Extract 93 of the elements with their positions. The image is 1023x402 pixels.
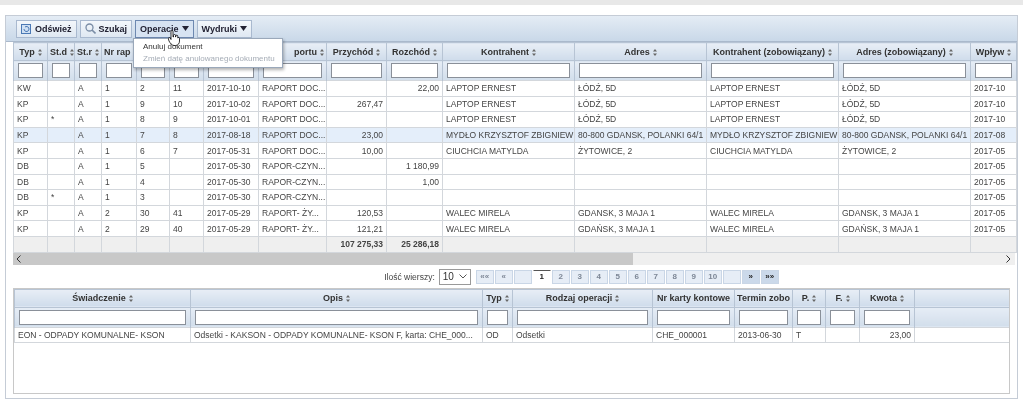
column-header[interactable]: Kontrahent (zobowiązany): [706, 42, 839, 61]
table-cell: T: [792, 327, 826, 343]
table-cell: OD: [482, 327, 513, 343]
caret-icon: [239, 26, 247, 31]
table-cell: LAPTOP ERNEST: [706, 80, 839, 97]
search-button[interactable]: Szukaj: [79, 19, 133, 38]
column-header[interactable]: Kwota: [859, 289, 915, 308]
filter-field[interactable]: [864, 309, 910, 325]
scroll-left-icon[interactable]: [16, 254, 21, 263]
filter-field[interactable]: [447, 63, 570, 78]
sort-icon: [1007, 48, 1012, 56]
menu-button[interactable]: Wydruki: [196, 19, 252, 38]
table-cell: A: [74, 80, 102, 97]
sort-icon: [812, 295, 817, 303]
filter-field[interactable]: [79, 63, 97, 78]
column-header[interactable]: Przychód: [326, 42, 387, 61]
table-cell: LAPTOP ERNEST: [442, 80, 575, 97]
table-cell: ŁÓDŹ, 5D: [838, 80, 971, 97]
sort-icon: [433, 48, 437, 56]
sort-icon: [948, 48, 953, 56]
filter-field[interactable]: [195, 309, 478, 325]
sort-icon: [37, 48, 42, 56]
search-icon: [84, 23, 96, 34]
sort-icon: [128, 295, 133, 303]
filter-field[interactable]: [487, 309, 508, 325]
filter-field[interactable]: [711, 63, 834, 78]
column-header[interactable]: P.: [792, 289, 826, 308]
filter-field[interactable]: [843, 63, 966, 78]
column-header[interactable]: Kontrahent: [442, 42, 575, 61]
filter-field[interactable]: [975, 63, 1012, 78]
filter-field[interactable]: [797, 309, 821, 325]
column-header[interactable]: Typ: [13, 42, 48, 61]
column-header[interactable]: St.d: [47, 42, 75, 61]
table-cell: [825, 327, 860, 343]
refresh-icon: [21, 23, 32, 34]
caret-icon: [181, 26, 189, 31]
table-cell: 22,00: [386, 80, 443, 97]
table-cell: 23,00: [859, 327, 915, 343]
filter-field[interactable]: [739, 309, 788, 325]
table-cell: EON - ODPADY KOMUNALNE- KSON: [14, 327, 191, 343]
column-header[interactable]: Opis: [190, 289, 483, 308]
sort-icon: [532, 48, 536, 56]
column-header[interactable]: Typ: [482, 289, 513, 308]
table-cell: 2017-10-10: [203, 80, 259, 97]
sort-icon: [95, 48, 99, 56]
page-button[interactable]: »»: [760, 269, 779, 284]
table-cell: CHE_000001: [652, 327, 735, 343]
sort-icon: [615, 295, 620, 303]
sort-icon: [320, 48, 324, 56]
table-cell: 2013-06-30: [734, 327, 793, 343]
table-cell: RAPORT DOC...: [258, 80, 327, 97]
filter-field[interactable]: [19, 309, 186, 325]
filter-field[interactable]: [18, 63, 43, 78]
sort-icon: [900, 295, 904, 303]
filter-field[interactable]: [106, 63, 132, 78]
column-header[interactable]: St.r: [74, 42, 102, 61]
column-header[interactable]: Adres: [574, 42, 707, 61]
filter-field[interactable]: [517, 309, 648, 325]
filter-field[interactable]: [52, 63, 70, 78]
sort-icon: [845, 295, 850, 303]
chevron-icon: [458, 274, 467, 280]
column-header[interactable]: Rodzaj operacji: [512, 289, 653, 308]
table-cell: 2017-10: [970, 80, 1017, 97]
table-cell: Odsetki: [512, 327, 653, 343]
table-cell: ŁÓDŹ, 5D: [574, 80, 707, 97]
filter-field[interactable]: [391, 63, 438, 78]
column-header[interactable]: Wpływ: [970, 42, 1017, 61]
table-cell: Odsetki - KAKSON - ODPADY KOMUNALNE- KSON F, karta: CHE_000...: [190, 327, 483, 343]
scroll-right-icon[interactable]: [1006, 254, 1011, 263]
filter-field[interactable]: [331, 63, 382, 78]
menu-button[interactable]: Operacje: [135, 19, 194, 38]
filter-field[interactable]: [579, 63, 702, 78]
sort-icon: [828, 48, 832, 56]
table-cell: KW: [13, 80, 48, 97]
column-header[interactable]: Nr karty kontowe: [652, 289, 735, 308]
rows-per-page-label: Ilość wierszy:: [384, 271, 435, 282]
filter-field[interactable]: [657, 309, 730, 325]
page-button[interactable]: »: [741, 269, 760, 284]
filter-field[interactable]: [830, 309, 855, 325]
table-cell: 2: [136, 80, 170, 97]
rows-per-page-select[interactable]: 10: [438, 268, 471, 285]
column-header[interactable]: F.: [825, 289, 860, 308]
table-cell: 11: [169, 80, 204, 97]
sort-icon: [376, 48, 381, 56]
sort-icon: [504, 295, 509, 303]
column-header[interactable]: Adres (zobowiązany): [838, 42, 971, 61]
sort-icon: [652, 48, 657, 56]
refresh-button[interactable]: Odśwież: [16, 19, 77, 38]
table-cell: 1: [101, 80, 137, 97]
column-header[interactable]: Świadczenie: [14, 289, 191, 308]
column-header[interactable]: Rozchód: [386, 42, 443, 61]
column-header[interactable]: Termin zobo: [734, 289, 793, 308]
sort-icon: [346, 295, 350, 303]
